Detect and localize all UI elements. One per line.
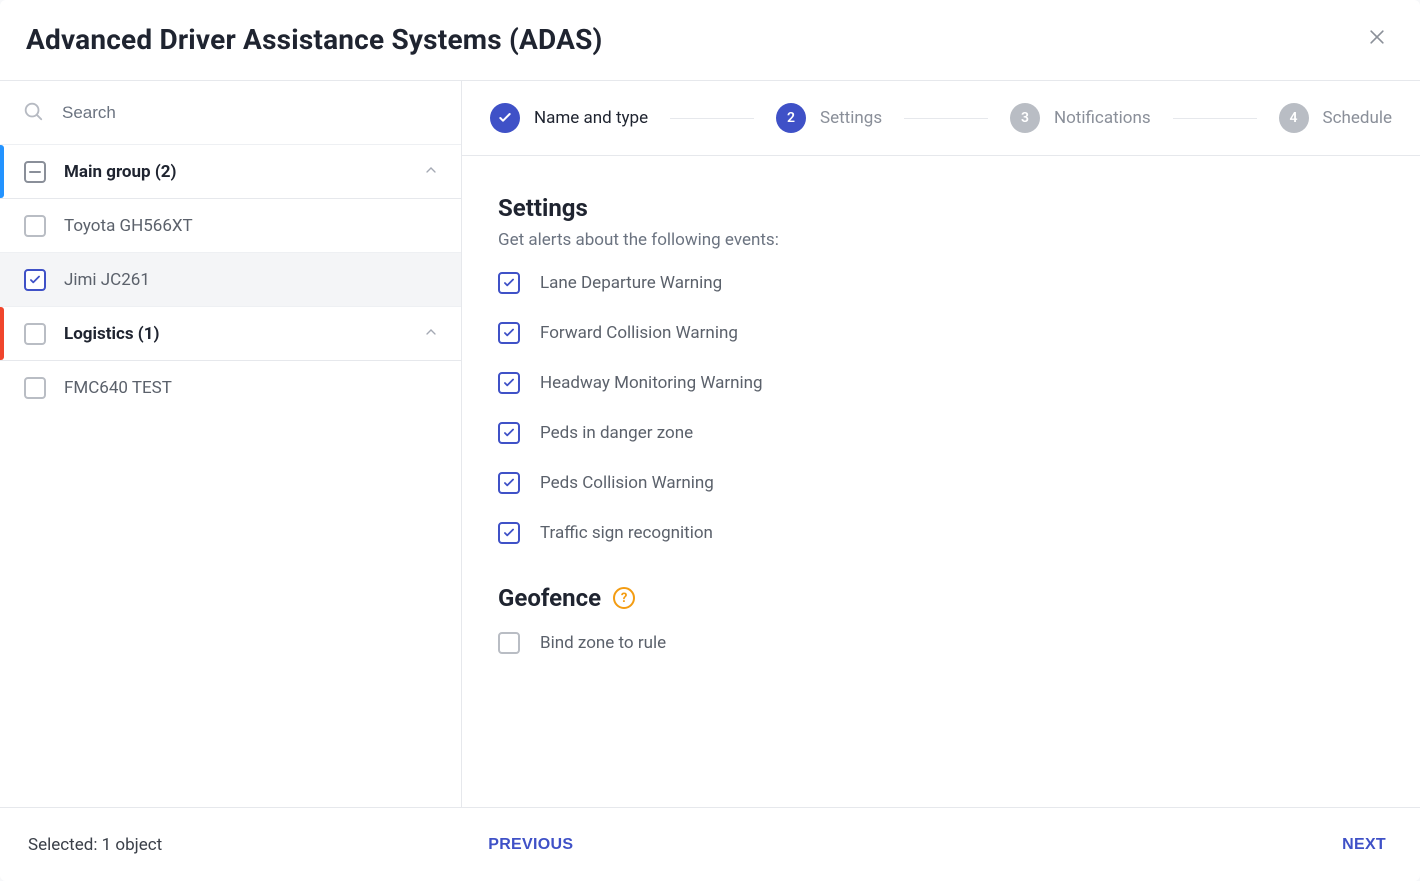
section-title: Settings [498,194,1384,222]
main: Name and type 2 Settings 3 Notifications… [462,81,1420,807]
step-schedule[interactable]: 4 Schedule [1279,103,1392,133]
footer-actions: PREVIOUS [482,835,579,855]
item-label: Toyota GH566XT [64,216,193,236]
step-label: Schedule [1323,108,1392,128]
content: Settings Get alerts about the following … [462,156,1420,807]
wizard-steps: Name and type 2 Settings 3 Notifications… [462,81,1420,156]
checkbox-checked[interactable] [24,269,46,291]
item-label: Jimi JC261 [64,270,150,290]
option-bind-zone[interactable]: Bind zone to rule [498,632,1384,654]
previous-button[interactable]: PREVIOUS [482,835,579,855]
step-connector [904,118,988,119]
object-tree: Main group (2) Toyota GH566XT Jimi JC261 [0,145,461,415]
checkbox-checked[interactable] [498,422,520,444]
checkbox-empty[interactable] [24,377,46,399]
chevron-up-icon[interactable] [423,324,439,344]
option-headway-monitoring[interactable]: Headway Monitoring Warning [498,372,1384,394]
checkbox-empty[interactable] [498,632,520,654]
modal-adas: Advanced Driver Assistance Systems (ADAS… [0,0,1420,881]
help-icon[interactable]: ? [613,587,635,609]
page-title: Advanced Driver Assistance Systems (ADAS… [26,23,603,56]
chevron-up-icon[interactable] [423,162,439,182]
checkbox-empty[interactable] [24,215,46,237]
selection-status: Selected: 1 object [28,835,162,855]
tree-item-toyota[interactable]: Toyota GH566XT [0,199,461,253]
checkbox-checked[interactable] [498,322,520,344]
options-list: Lane Departure Warning Forward Collision… [498,272,1384,544]
step-label: Settings [820,108,882,128]
group-logistics[interactable]: Logistics (1) [0,307,461,361]
option-lane-departure[interactable]: Lane Departure Warning [498,272,1384,294]
group-main[interactable]: Main group (2) [0,145,461,199]
step-settings[interactable]: 2 Settings [776,103,882,133]
group-accent [0,145,4,198]
checkbox-indeterminate[interactable] [24,161,46,183]
option-label: Forward Collision Warning [540,323,738,343]
geofence-header: Geofence ? [498,584,1384,612]
step-notifications[interactable]: 3 Notifications [1010,103,1151,133]
step-number: 4 [1279,103,1309,133]
group-label: Logistics (1) [64,324,159,344]
step-number: 3 [1010,103,1040,133]
tree-item-jimi[interactable]: Jimi JC261 [0,253,461,307]
group-accent [0,307,4,360]
option-forward-collision[interactable]: Forward Collision Warning [498,322,1384,344]
step-number: 2 [776,103,806,133]
close-button[interactable] [1360,22,1394,56]
step-label: Name and type [534,108,648,128]
step-connector [1173,118,1257,119]
option-label: Lane Departure Warning [540,273,722,293]
step-name-and-type[interactable]: Name and type [490,103,648,133]
footer: Selected: 1 object PREVIOUS NEXT [0,807,1420,881]
tree-item-fmc640[interactable]: FMC640 TEST [0,361,461,415]
checkbox-checked[interactable] [498,272,520,294]
checkbox-empty[interactable] [24,323,46,345]
search-input[interactable] [60,102,439,124]
option-peds-collision[interactable]: Peds Collision Warning [498,472,1384,494]
item-label: FMC640 TEST [64,378,172,398]
checkbox-checked[interactable] [498,522,520,544]
section-subtitle: Get alerts about the following events: [498,230,1384,250]
next-button[interactable]: NEXT [1336,835,1392,855]
option-label: Peds in danger zone [540,423,693,443]
step-done-icon [490,103,520,133]
option-label: Bind zone to rule [540,633,666,653]
search[interactable] [0,81,461,145]
step-connector [670,118,754,119]
modal-body: Main group (2) Toyota GH566XT Jimi JC261 [0,81,1420,807]
checkbox-checked[interactable] [498,372,520,394]
option-traffic-sign[interactable]: Traffic sign recognition [498,522,1384,544]
search-icon [22,100,44,126]
close-icon [1367,27,1387,51]
geofence-options: Bind zone to rule [498,632,1384,654]
step-label: Notifications [1054,108,1151,128]
option-peds-danger[interactable]: Peds in danger zone [498,422,1384,444]
option-label: Headway Monitoring Warning [540,373,763,393]
checkbox-checked[interactable] [498,472,520,494]
geofence-title: Geofence [498,584,601,612]
group-label: Main group (2) [64,162,177,182]
modal-header: Advanced Driver Assistance Systems (ADAS… [0,0,1420,81]
option-label: Peds Collision Warning [540,473,714,493]
option-label: Traffic sign recognition [540,523,713,543]
sidebar: Main group (2) Toyota GH566XT Jimi JC261 [0,81,462,807]
